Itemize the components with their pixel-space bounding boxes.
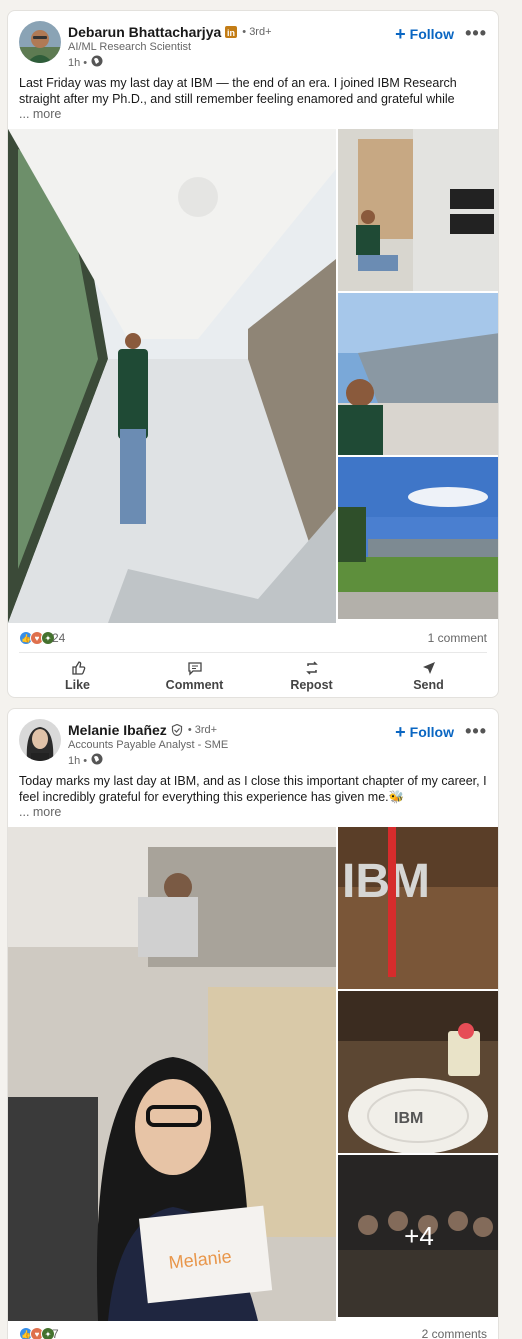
comment-icon — [187, 662, 202, 676]
svg-text:in: in — [227, 28, 235, 38]
author-headline: AI/ML Research Scientist — [68, 41, 192, 53]
post-image[interactable]: +4 — [338, 1155, 498, 1317]
plus-icon: + — [395, 24, 406, 44]
post-image[interactable] — [338, 293, 498, 455]
follow-label: Follow — [409, 724, 454, 740]
reaction-count[interactable]: 7 — [52, 1327, 59, 1339]
see-more-link[interactable]: ... more — [19, 805, 61, 819]
globe-icon — [91, 753, 103, 768]
repost-label: Repost — [290, 678, 333, 692]
linkedin-premium-icon: in — [225, 26, 238, 38]
follow-button[interactable]: + Follow — [395, 722, 454, 742]
comment-label: Comment — [165, 678, 224, 692]
author-name[interactable]: Melanie Ibañez — [68, 722, 167, 738]
feed-post: Debarun Bhattacharjya in • 3rd+ AI/ML Re… — [7, 10, 499, 698]
more-options-icon[interactable]: ••• — [465, 23, 487, 44]
svg-text:IBM: IBM — [394, 1110, 423, 1127]
see-more-link[interactable]: ... more — [19, 107, 61, 121]
follow-label: Follow — [409, 26, 454, 42]
comment-count[interactable]: 2 comments — [422, 1327, 487, 1339]
send-label: Send — [413, 678, 444, 692]
post-gallery: Melanie IBM IBM +4 — [8, 827, 498, 1321]
thumbs-up-icon — [71, 661, 85, 675]
post-image[interactable]: IBM — [338, 991, 498, 1153]
divider — [19, 652, 487, 653]
post-image[interactable]: IBM — [338, 827, 498, 989]
post-time: 1h • — [68, 56, 88, 69]
send-icon — [422, 662, 435, 674]
repost-icon — [305, 661, 318, 675]
reaction-count[interactable]: 24 — [52, 631, 65, 645]
connection-degree: • 3rd+ — [242, 26, 272, 38]
repost-button[interactable]: Repost — [257, 660, 367, 692]
follow-button[interactable]: + Follow — [395, 24, 454, 44]
post-image[interactable] — [338, 129, 498, 291]
more-images-overlay[interactable]: +4 — [338, 1155, 498, 1317]
feed-post: Melanie Ibañez • 3rd+ Accounts Payable A… — [7, 708, 499, 1339]
more-options-icon[interactable]: ••• — [465, 721, 487, 742]
comment-count[interactable]: 1 comment — [428, 631, 487, 645]
author-headline: Accounts Payable Analyst - SME — [68, 739, 229, 751]
svg-text:IBM: IBM — [342, 855, 430, 908]
like-button[interactable]: Like — [23, 660, 133, 692]
like-label: Like — [64, 678, 90, 692]
post-image[interactable] — [338, 457, 498, 619]
send-button[interactable]: Send — [374, 660, 484, 692]
author-avatar[interactable] — [19, 719, 61, 761]
post-image[interactable]: Melanie — [8, 827, 336, 1321]
comment-button[interactable]: Comment — [140, 660, 250, 692]
globe-icon — [91, 55, 103, 70]
post-image[interactable] — [8, 129, 336, 623]
post-time: 1h • — [68, 754, 88, 767]
post-text: Last Friday was my last day at IBM — the… — [19, 76, 457, 106]
post-text: Today marks my last day at IBM, and as I… — [19, 774, 487, 804]
connection-degree: • 3rd+ — [187, 724, 218, 736]
post-gallery — [8, 129, 498, 623]
author-avatar[interactable] — [19, 21, 61, 63]
plus-icon: + — [395, 722, 406, 742]
author-name[interactable]: Debarun Bhattacharjya — [68, 24, 221, 40]
verified-icon — [171, 724, 183, 736]
